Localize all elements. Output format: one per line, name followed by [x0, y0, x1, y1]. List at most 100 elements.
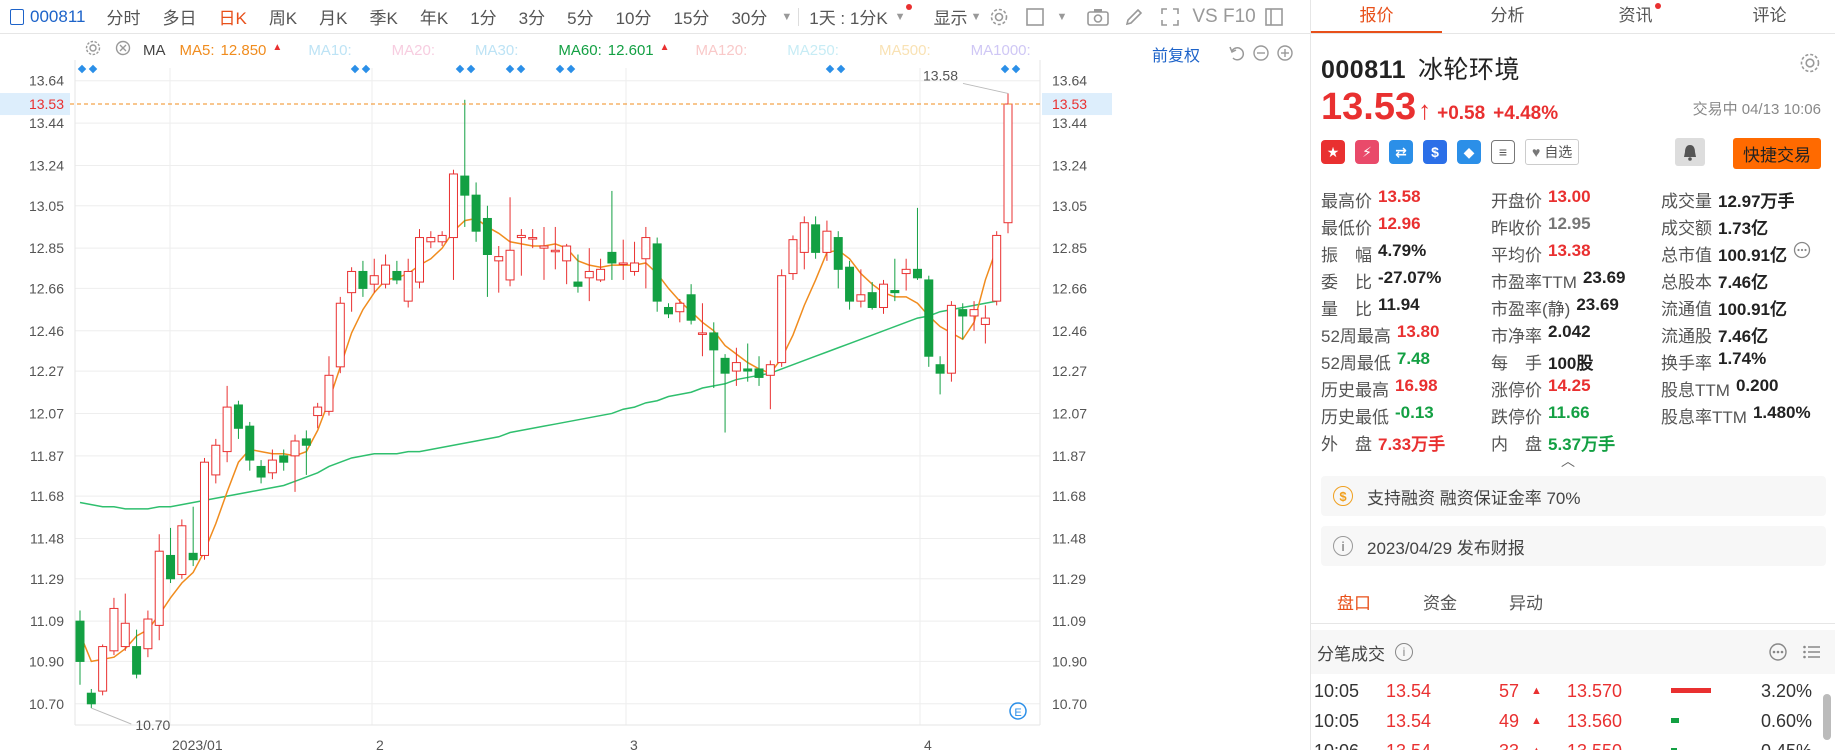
quote-tab[interactable]: 报价: [1311, 0, 1442, 33]
candle-body[interactable]: [550, 249, 560, 253]
ma-item-name[interactable]: MA60:: [558, 42, 601, 59]
candle-body[interactable]: [313, 406, 323, 417]
timeframe-tab[interactable]: 月K: [308, 4, 358, 29]
camera-icon[interactable]: [1087, 6, 1110, 28]
candle-body[interactable]: [426, 237, 436, 243]
ma-item-name[interactable]: MA500:: [879, 42, 931, 59]
range-select[interactable]: 1天 : 1分K: [805, 4, 891, 29]
bottom-tab[interactable]: 异动: [1483, 584, 1569, 623]
sidebar-toggle-icon[interactable]: [1263, 6, 1285, 28]
tag-icon[interactable]: ◆: [1457, 140, 1481, 164]
candle-body[interactable]: [969, 309, 979, 317]
timeframe-tab[interactable]: 5分: [556, 4, 604, 29]
stock-code-selector[interactable]: 000811: [10, 7, 85, 27]
candle-body[interactable]: [143, 618, 153, 650]
candle-body[interactable]: [109, 607, 119, 652]
candle-body[interactable]: [686, 294, 696, 321]
candle-body[interactable]: [867, 292, 877, 308]
margin-info[interactable]: $ 支持融资 融资保证金率 70%: [1321, 476, 1826, 516]
timeframe-tab[interactable]: 1分: [459, 4, 507, 29]
timeframe-tab[interactable]: 30分: [720, 4, 778, 29]
candle-body[interactable]: [256, 465, 266, 478]
candle-body[interactable]: [1003, 103, 1013, 224]
event-marker-icon[interactable]: [555, 64, 565, 74]
candle-body[interactable]: [199, 461, 209, 556]
candle-body[interactable]: [347, 270, 357, 294]
display-button[interactable]: 显示: [934, 4, 968, 29]
china-flag-icon[interactable]: ★: [1321, 140, 1345, 164]
ma-label[interactable]: MA: [143, 42, 166, 59]
candle-body[interactable]: [607, 251, 617, 264]
ma-item-name[interactable]: MA1000:: [971, 42, 1031, 59]
candle-body[interactable]: [324, 374, 334, 412]
candle-body[interactable]: [290, 440, 300, 457]
candle-body[interactable]: [98, 646, 108, 692]
candle-body[interactable]: [132, 646, 142, 675]
fast-trade-button[interactable]: 快捷交易: [1733, 138, 1821, 169]
candle-body[interactable]: [448, 173, 458, 239]
candle-body[interactable]: [958, 309, 968, 317]
candle-body[interactable]: [754, 368, 764, 378]
add-watchlist-button[interactable]: ♥ 自选: [1525, 139, 1580, 165]
candle-body[interactable]: [415, 237, 425, 283]
candle-body[interactable]: [279, 455, 289, 463]
more-icon[interactable]: [1793, 241, 1811, 266]
fullscreen-icon[interactable]: [1159, 6, 1181, 28]
candle-body[interactable]: [335, 302, 345, 368]
candle-body[interactable]: [980, 317, 990, 325]
ma-item-name[interactable]: MA10:: [308, 42, 351, 59]
candle-body[interactable]: [879, 283, 889, 308]
candle-body[interactable]: [890, 290, 900, 294]
candle-body[interactable]: [822, 230, 832, 253]
scrollbar[interactable]: [1823, 694, 1831, 740]
candle-body[interactable]: [528, 237, 538, 240]
chevron-down-icon[interactable]: ▼: [1056, 11, 1067, 23]
quote-tab[interactable]: 评论: [1704, 0, 1835, 33]
earnings-info[interactable]: i 2023/04/29 发布财报: [1321, 526, 1826, 566]
gear-icon[interactable]: [1799, 52, 1821, 74]
event-marker-icon[interactable]: [505, 64, 515, 74]
dollar-icon[interactable]: $: [1423, 140, 1447, 164]
timeframe-tab[interactable]: 周K: [258, 4, 308, 29]
candle-body[interactable]: [392, 270, 402, 281]
chevron-down-icon[interactable]: ▼: [895, 11, 906, 23]
candle-body[interactable]: [935, 364, 945, 374]
candle-body[interactable]: [788, 239, 798, 275]
candle-body[interactable]: [652, 243, 662, 302]
candle-body[interactable]: [799, 222, 809, 253]
candle-body[interactable]: [177, 525, 187, 576]
ma-item-name[interactable]: MA20:: [392, 42, 435, 59]
candle-body[interactable]: [482, 217, 492, 256]
candle-body[interactable]: [912, 268, 922, 279]
candle-body[interactable]: [811, 224, 821, 253]
candle-body[interactable]: [618, 262, 628, 265]
event-e-icon[interactable]: E: [1009, 702, 1027, 720]
timeframe-tab[interactable]: 日K: [207, 4, 257, 29]
event-marker-icon[interactable]: [516, 64, 526, 74]
candle-body[interactable]: [777, 275, 787, 364]
candle-body[interactable]: [245, 425, 255, 461]
candle-body[interactable]: [697, 332, 707, 335]
candle-body[interactable]: [731, 362, 741, 372]
timeframe-tab[interactable]: 多日: [151, 4, 207, 29]
candle-body[interactable]: [75, 620, 85, 662]
gear-icon[interactable]: [988, 6, 1010, 28]
ma-item-name[interactable]: MA30:: [475, 42, 518, 59]
candle-body[interactable]: [765, 364, 775, 376]
candle-body[interactable]: [403, 270, 413, 302]
ma-item-name[interactable]: MA5:: [180, 42, 215, 59]
candle-body[interactable]: [460, 175, 470, 196]
event-marker-icon[interactable]: [1000, 64, 1010, 74]
candle-body[interactable]: [663, 306, 673, 315]
candle-body[interactable]: [267, 459, 277, 474]
timeframe-tab[interactable]: 15分: [663, 4, 721, 29]
candle-body[interactable]: [641, 237, 651, 260]
ma-item-name[interactable]: MA120:: [696, 42, 748, 59]
timeframe-tab[interactable]: 3分: [508, 4, 556, 29]
candle-body[interactable]: [562, 245, 572, 262]
candle-body[interactable]: [901, 268, 911, 275]
chevron-down-icon[interactable]: ▼: [971, 11, 982, 23]
chevron-down-icon[interactable]: ▼: [781, 11, 792, 23]
candle-body[interactable]: [86, 692, 96, 705]
timeframe-tab[interactable]: 年K: [409, 4, 459, 29]
